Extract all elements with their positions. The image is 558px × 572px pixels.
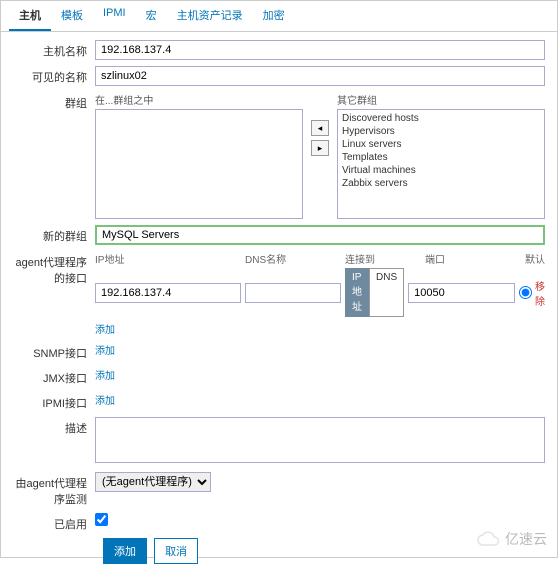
connect-dns-button[interactable]: DNS [369,268,404,317]
tab-encryption[interactable]: 加密 [253,1,295,31]
snmp-label: SNMP接口 [9,342,95,361]
agent-label: agent代理程序的接口 [9,251,95,286]
connect-ip-button[interactable]: IP地址 [345,268,369,317]
tabs: 主机 模板 IPMI 宏 主机资产记录 加密 [1,1,557,32]
add-button[interactable]: 添加 [103,538,147,564]
port-input[interactable] [408,283,515,303]
newgroup-label: 新的群组 [9,225,95,244]
enabled-checkbox[interactable] [95,513,108,526]
newgroup-input[interactable] [95,225,545,245]
cancel-button[interactable]: 取消 [154,538,198,564]
ipmi-label: IPMI接口 [9,392,95,411]
list-item[interactable]: Templates [340,151,542,164]
move-left-button[interactable]: ◂ [311,120,329,136]
add-jmx-link[interactable]: 添加 [95,371,115,382]
groups-label: 群组 [9,92,95,111]
default-radio[interactable] [519,286,532,299]
ip-input[interactable] [95,283,241,303]
enabled-label: 已启用 [9,513,95,532]
visiblename-label: 可见的名称 [9,66,95,85]
watermark: 亿速云 [477,529,547,549]
col-ip: IP地址 [95,251,245,266]
tab-macros[interactable]: 宏 [136,1,167,31]
hostname-label: 主机名称 [9,40,95,59]
list-item[interactable]: Hypervisors [340,125,542,138]
list-item[interactable]: Linux servers [340,138,542,151]
remove-link[interactable]: 移除 [535,278,545,308]
jmx-label: JMX接口 [9,367,95,386]
list-item[interactable]: Virtual machines [340,164,542,177]
add-ipmi-link[interactable]: 添加 [95,396,115,407]
move-right-button[interactable]: ▸ [311,140,329,156]
hostname-input[interactable] [95,40,545,60]
visiblename-input[interactable] [95,66,545,86]
ingroups-label: 在...群组之中 [95,92,303,107]
add-agent-link[interactable]: 添加 [95,321,545,336]
list-item[interactable]: Zabbix servers [340,177,542,190]
add-snmp-link[interactable]: 添加 [95,346,115,357]
col-default: 默认 [475,251,545,266]
col-port: 端口 [425,251,475,266]
othergroups-label: 其它群组 [337,92,545,107]
desc-textarea[interactable] [95,417,545,463]
tab-ipmi[interactable]: IPMI [93,1,136,31]
monitored-select[interactable]: (无agent代理程序) [95,472,211,492]
list-item[interactable]: Discovered hosts [340,112,542,125]
monitored-label: 由agent代理程序监测 [9,472,95,507]
ingroups-listbox[interactable] [95,109,303,219]
col-connect: 连接到 [345,251,425,266]
tab-inventory[interactable]: 主机资产记录 [167,1,253,31]
othergroups-listbox[interactable]: Discovered hosts Hypervisors Linux serve… [337,109,545,219]
col-dns: DNS名称 [245,251,345,266]
tab-host[interactable]: 主机 [9,1,51,31]
cloud-icon [477,531,501,547]
desc-label: 描述 [9,417,95,436]
dns-input[interactable] [245,283,341,303]
tab-templates[interactable]: 模板 [51,1,93,31]
